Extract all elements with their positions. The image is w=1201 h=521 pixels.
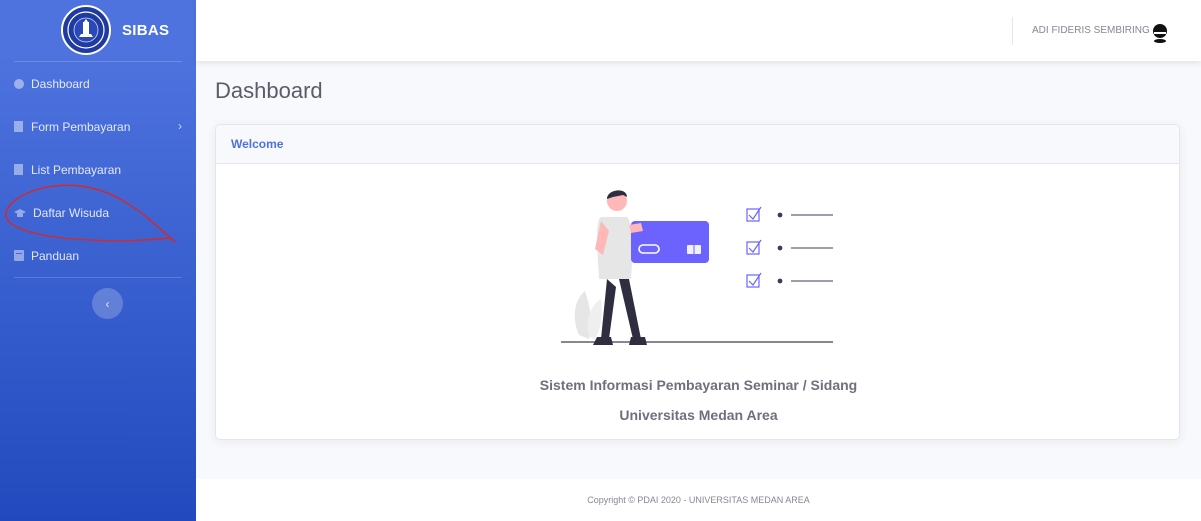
file-icon — [14, 121, 24, 132]
university-seal-icon — [61, 5, 111, 55]
dashboard-icon — [14, 78, 24, 89]
graduation-cap-icon — [14, 207, 26, 218]
chevron-left-icon: ‹ — [105, 296, 110, 311]
brand-name: SIBAS — [122, 22, 170, 39]
sidebar-toggle-button[interactable]: ‹ — [92, 288, 123, 319]
sidebar-item-list-pembayaran[interactable]: List Pembayaran — [0, 148, 196, 191]
topbar-divider — [1012, 17, 1013, 45]
book-icon — [14, 250, 24, 261]
caption-line-1: Sistem Informasi Pembayaran Seminar / Si… — [539, 377, 858, 393]
user-name[interactable]: ADI FIDERIS SEMBIRING — [1032, 25, 1150, 36]
sidebar-item-label: List Pembayaran — [31, 162, 122, 177]
chevron-right-icon: › — [178, 119, 182, 133]
sidebar-item-panduan[interactable]: Panduan — [0, 234, 196, 277]
sidebar-item-daftar-wisuda[interactable]: Daftar Wisuda — [0, 191, 196, 234]
sidebar-brand[interactable]: SIBAS — [0, 0, 196, 61]
sidebar: SIBAS Dashboard Form Pembayaran › List P… — [0, 0, 196, 521]
page-title: Dashboard — [215, 78, 323, 103]
sidebar-item-label: Dashboard — [31, 76, 90, 91]
card-header: Welcome — [216, 125, 1179, 164]
payment-illustration — [561, 190, 833, 345]
caption-line-2: Universitas Medan Area — [619, 407, 778, 423]
footer: Copyright © PDAI 2020 - UNIVERSITAS MEDA… — [196, 479, 1201, 521]
user-avatar-icon[interactable] — [1150, 23, 1170, 43]
welcome-card: Welcome Sistem Informasi Pembayaran Semi… — [215, 124, 1180, 440]
card-header-title: Welcome — [231, 137, 284, 151]
file-icon — [14, 164, 24, 175]
sidebar-nav: Dashboard Form Pembayaran › List Pembaya… — [0, 62, 196, 277]
topbar: ADI FIDERIS SEMBIRING — [196, 0, 1201, 61]
sidebar-item-label: Form Pembayaran — [31, 119, 131, 134]
sidebar-item-label: Panduan — [31, 248, 80, 263]
copyright-text: Copyright © PDAI 2020 - UNIVERSITAS MEDA… — [587, 495, 810, 505]
sidebar-item-form-pembayaran[interactable]: Form Pembayaran › — [0, 105, 196, 148]
sidebar-item-dashboard[interactable]: Dashboard — [0, 62, 196, 105]
sidebar-divider — [14, 277, 182, 278]
sidebar-item-label: Daftar Wisuda — [33, 205, 110, 220]
